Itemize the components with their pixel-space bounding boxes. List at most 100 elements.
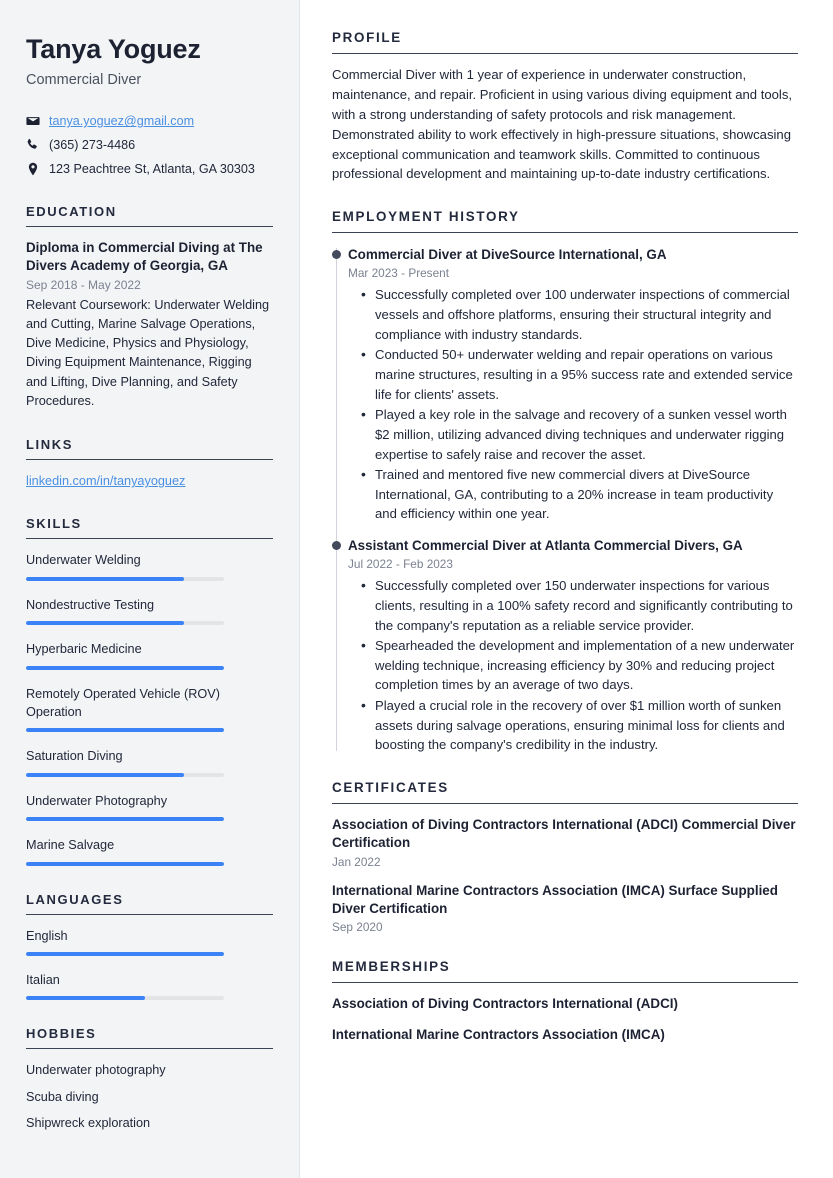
certificate-date: Sep 2020 [332,920,383,935]
job-bullet: Trained and mentored five new commercial… [361,464,798,524]
section-memberships: MEMBERSHIPS Association of Diving Contra… [332,959,798,1045]
language-label: Italian [26,972,60,987]
education-description: Relevant Coursework: Underwater Welding … [26,297,270,408]
profile-text: Commercial Diver with 1 year of experien… [332,67,793,182]
employment-timeline: Commercial Diver at DiveSource Internati… [332,246,798,755]
job-bullet-list: Successfully completed over 150 underwat… [348,575,798,755]
links-heading: LINKS [26,437,273,461]
job-bullet: Played a key role in the salvage and rec… [361,404,798,464]
job-role: Commercial Diver at DiveSource Internati… [348,247,667,263]
skill-level-fill [26,772,185,777]
skill-label: Nondestructive Testing [26,597,155,612]
language-level-fill [26,951,224,956]
section-links: LINKS linkedin.com/in/tanyayoguez [26,437,273,490]
skill-item: Hyperbaric Medicine [26,640,273,670]
timeline-dot-icon [332,250,341,260]
contact-row-email[interactable]: tanya.yoguez@gmail.com [26,113,273,130]
hobby-item: Underwater photography [26,1063,166,1078]
candidate-job-title: Commercial Diver [26,71,142,88]
phone-icon [26,138,40,152]
skills-heading: SKILLS [26,516,273,540]
education-date: Sep 2018 - May 2022 [26,277,141,292]
job-bullet: Successfully completed over 100 underwat… [361,284,798,344]
contact-row-address: 123 Peachtree St, Atlanta, GA 30303 [26,161,273,178]
skill-label: Underwater Photography [26,793,168,808]
language-level-track [26,951,224,956]
skill-label: Hyperbaric Medicine [26,642,142,657]
memberships-heading: MEMBERSHIPS [332,959,798,984]
employment-heading: EMPLOYMENT HISTORY [332,209,798,234]
language-label: English [26,928,68,943]
language-item: Italian [26,971,273,1001]
main-column: PROFILE Commercial Diver with 1 year of … [300,0,833,1178]
membership-item: Association of Diving Contractors Intern… [332,996,678,1012]
job-role: Assistant Commercial Diver at Atlanta Co… [348,538,743,554]
job-date: Jul 2022 - Feb 2023 [348,557,453,572]
education-heading: EDUCATION [26,204,273,227]
hobby-item: Shipwreck exploration [26,1116,151,1131]
section-certificates: CERTIFICATES Association of Diving Contr… [332,780,798,934]
skill-item: Underwater Photography [26,792,273,822]
skill-item: Remotely Operated Vehicle (ROV) Operatio… [26,685,273,733]
timeline-dot-icon [332,541,341,551]
certificates-heading: CERTIFICATES [332,780,798,804]
skill-level-track [26,728,224,733]
certificate-name: Association of Diving Contractors Intern… [332,816,796,851]
skill-level-fill [26,665,224,670]
envelope-icon [26,114,40,128]
section-languages: LANGUAGES English Italian [26,892,273,1001]
section-profile: PROFILE Commercial Diver with 1 year of … [332,30,798,184]
certificate-item: International Marine Contractors Associa… [332,882,798,935]
linkedin-link[interactable]: linkedin.com/in/tanyayoguez [26,474,185,488]
section-employment-history: EMPLOYMENT HISTORY Commercial Diver at D… [332,209,798,755]
skill-label: Underwater Welding [26,553,141,568]
phone-text: (365) 273-4486 [49,138,136,153]
sidebar: Tanya Yoguez Commercial Diver tanya.yogu… [0,0,300,1178]
job-entry: Assistant Commercial Diver at Atlanta Co… [332,537,798,755]
job-bullet: Conducted 50+ underwater welding and rep… [361,344,798,404]
education-title: Diploma in Commercial Diving at The Dive… [26,239,263,273]
section-hobbies: HOBBIES Underwater photography Scuba div… [26,1026,273,1132]
skill-level-fill [26,861,224,866]
skill-label: Saturation Diving [26,749,123,764]
hobbies-heading: HOBBIES [26,1026,273,1050]
certificate-name: International Marine Contractors Associa… [332,882,778,917]
section-skills: SKILLS Underwater Welding Nondestructive… [26,516,273,866]
skill-level-track [26,576,224,581]
contact-block: tanya.yoguez@gmail.com (365) 273-4486 12… [26,113,273,178]
skill-level-track [26,772,224,777]
skill-level-track [26,621,224,626]
skill-label: Marine Salvage [26,838,115,853]
candidate-name: Tanya Yoguez [26,34,201,64]
languages-heading: LANGUAGES [26,892,273,915]
job-entry: Commercial Diver at DiveSource Internati… [332,246,798,524]
resume-page: Tanya Yoguez Commercial Diver tanya.yogu… [0,0,833,1178]
contact-row-phone: (365) 273-4486 [26,137,273,154]
skill-level-track [26,817,224,822]
skill-item: Underwater Welding [26,551,273,581]
skill-level-track [26,861,224,866]
skill-item: Marine Salvage [26,836,273,866]
skill-level-fill [26,728,224,733]
skill-item: Saturation Diving [26,747,273,777]
language-level-fill [26,996,145,1001]
language-item: English [26,927,273,956]
email-link[interactable]: tanya.yoguez@gmail.com [49,114,194,128]
address-text: 123 Peachtree St, Atlanta, GA 30303 [49,162,255,177]
job-bullet: Successfully completed over 150 underwat… [361,575,798,635]
job-date: Mar 2023 - Present [348,266,449,281]
job-bullet-list: Successfully completed over 100 underwat… [348,284,798,524]
job-bullet: Spearheaded the development and implemen… [361,635,798,695]
skill-level-fill [26,576,185,581]
profile-heading: PROFILE [332,30,798,54]
hobby-item: Scuba diving [26,1089,99,1104]
job-bullet: Played a crucial role in the recovery of… [361,695,798,755]
section-education: EDUCATION Diploma in Commercial Diving a… [26,204,273,411]
skill-level-track [26,665,224,670]
certificate-item: Association of Diving Contractors Intern… [332,816,798,869]
location-pin-icon [26,162,40,176]
skill-label: Remotely Operated Vehicle (ROV) Operatio… [26,686,220,719]
skill-item: Nondestructive Testing [26,596,273,626]
language-level-track [26,996,224,1001]
certificate-date: Jan 2022 [332,854,381,869]
